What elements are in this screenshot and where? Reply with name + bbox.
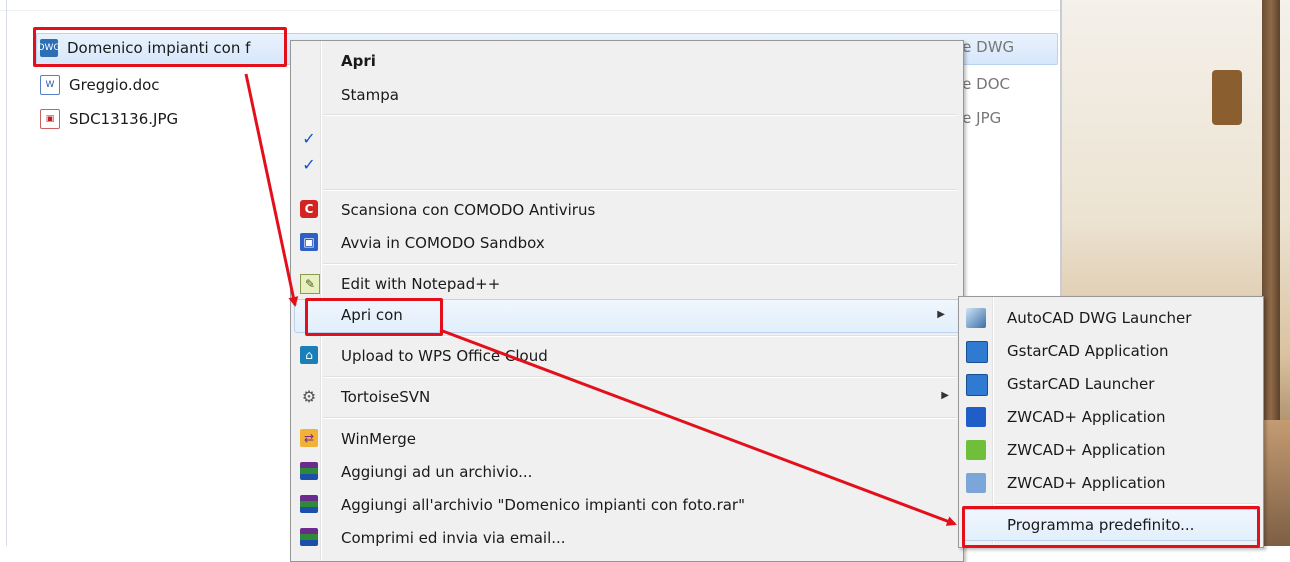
arrow-to-open-with <box>244 73 299 307</box>
annotation-arrows <box>244 73 957 526</box>
arrow-to-default-program <box>439 328 957 526</box>
